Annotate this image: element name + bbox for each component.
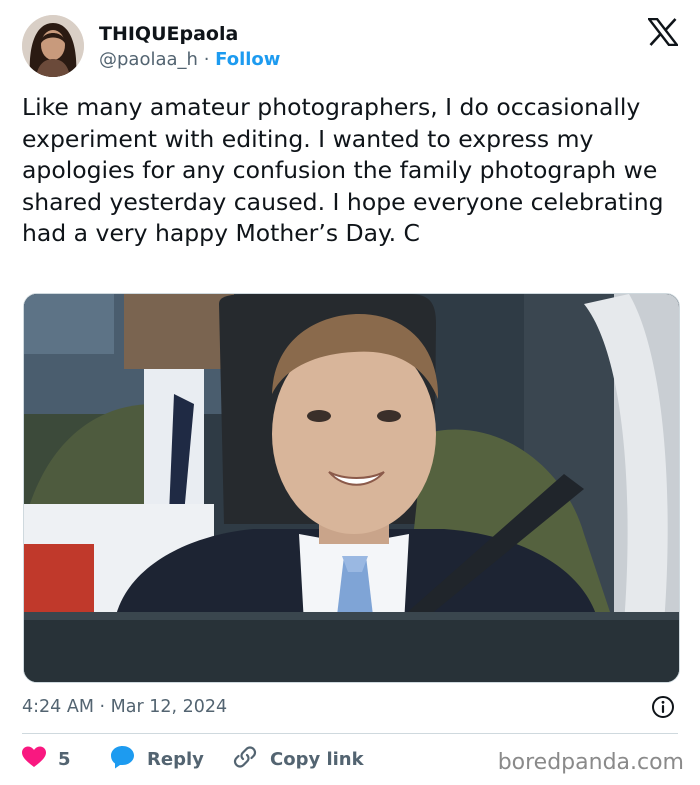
copy-link-button[interactable]: Copy link <box>232 745 364 773</box>
tweet-date: Mar 12, 2024 <box>110 697 228 717</box>
tweet-time: 4:24 AM <box>22 697 94 717</box>
x-logo-icon[interactable] <box>646 17 680 47</box>
tweet-text: Like many amateur photographers, I do oc… <box>22 93 672 247</box>
author-display-name[interactable]: THIQUEpaola <box>99 23 238 45</box>
author-handle-row: @paolaa_h · Follow <box>99 49 280 71</box>
separator: · <box>99 697 106 717</box>
watermark: boredpanda.com <box>497 750 684 775</box>
follow-button[interactable]: Follow <box>215 49 280 70</box>
author-handle[interactable]: @paolaa_h <box>99 49 198 70</box>
reply-label: Reply <box>147 748 204 770</box>
reply-bubble-icon <box>110 745 135 773</box>
link-icon <box>232 744 258 774</box>
like-button[interactable]: 5 <box>22 745 71 773</box>
divider <box>22 733 678 734</box>
avatar[interactable] <box>22 15 84 77</box>
tweet-timestamp[interactable]: 4:24 AM · Mar 12, 2024 <box>22 696 227 718</box>
separator: · <box>203 49 210 70</box>
tweet-header: THIQUEpaola @paolaa_h · Follow <box>22 15 682 79</box>
like-count: 5 <box>58 748 71 770</box>
tweet-photo[interactable] <box>23 293 680 683</box>
info-icon[interactable] <box>651 695 675 719</box>
heart-icon <box>22 746 46 772</box>
tweet-actions: 5 Reply Copy link <box>22 745 502 773</box>
reply-button[interactable]: Reply <box>110 745 204 773</box>
copy-link-label: Copy link <box>270 748 364 770</box>
